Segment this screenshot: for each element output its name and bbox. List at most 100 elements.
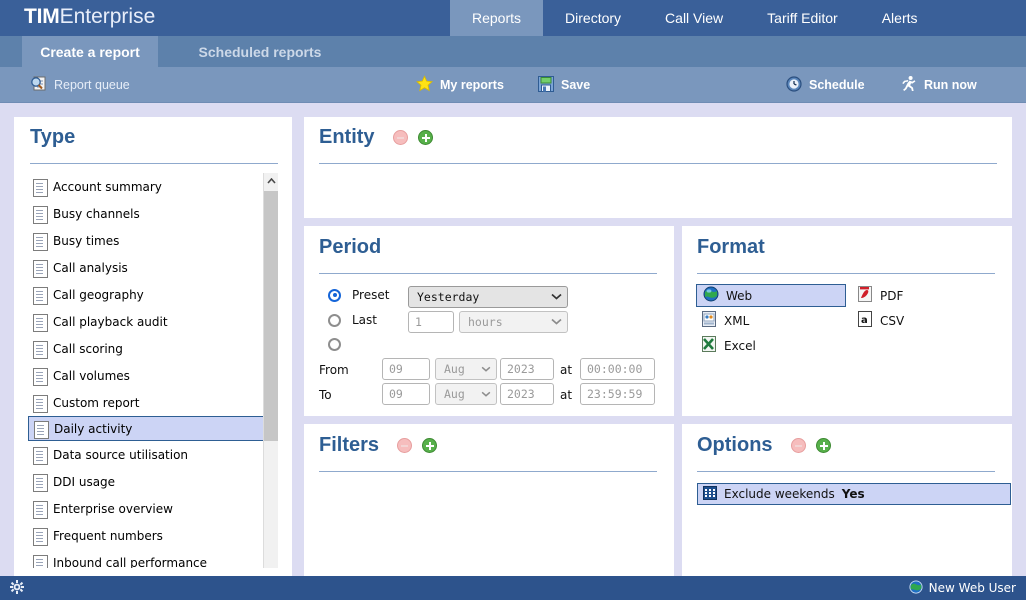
type-list-scrollbar[interactable] bbox=[263, 173, 278, 568]
save-label: Save bbox=[561, 78, 590, 92]
divider bbox=[319, 273, 657, 274]
type-item-label: Enterprise overview bbox=[53, 502, 173, 516]
options-panel: Options Exclude weekends bbox=[682, 424, 1012, 576]
xml-file-icon bbox=[702, 311, 717, 330]
add-entity-icon[interactable] bbox=[418, 130, 433, 145]
from-month-select[interactable]: Aug bbox=[435, 358, 497, 380]
gear-icon[interactable] bbox=[10, 580, 24, 597]
scrollbar-thumb[interactable] bbox=[264, 191, 278, 441]
add-option-icon[interactable] bbox=[816, 438, 831, 453]
to-time-input[interactable]: 23:59:59 bbox=[580, 383, 655, 405]
type-list-item[interactable]: Busy channels bbox=[28, 200, 264, 227]
period-panel-title: Period bbox=[319, 236, 381, 259]
format-option-web[interactable]: Web bbox=[696, 284, 846, 307]
sub-tab-scheduled-reports[interactable]: Scheduled reports bbox=[172, 36, 348, 67]
type-list-item[interactable]: DDI usage bbox=[28, 468, 264, 495]
to-day-input[interactable]: 09 bbox=[382, 383, 430, 405]
type-list-item[interactable]: Busy times bbox=[28, 227, 264, 254]
last-count-input[interactable]: 1 bbox=[408, 311, 454, 333]
type-list-item-selected[interactable]: Daily activity bbox=[28, 416, 264, 441]
type-list-item[interactable]: Frequent numbers bbox=[28, 522, 264, 549]
type-list-item[interactable]: Call geography bbox=[28, 281, 264, 308]
schedule-button[interactable]: Schedule bbox=[786, 67, 865, 103]
report-queue-button[interactable]: Report queue bbox=[30, 67, 130, 103]
divider bbox=[30, 163, 278, 164]
from-time-input[interactable]: 00:00:00 bbox=[580, 358, 655, 380]
my-reports-label: My reports bbox=[440, 78, 504, 92]
format-option-excel[interactable]: Excel bbox=[696, 334, 762, 357]
entity-panel-title: Entity bbox=[319, 126, 433, 149]
application-window: TIMEnterprise Reports Directory Call Vie… bbox=[0, 0, 1026, 600]
last-radio[interactable] bbox=[328, 314, 341, 327]
document-icon bbox=[33, 287, 46, 303]
nav-tab-call-view[interactable]: Call View bbox=[643, 0, 745, 36]
to-at-label: at bbox=[560, 388, 572, 402]
format-option-xml[interactable]: XML bbox=[696, 309, 755, 332]
format-option-csv[interactable]: a CSV bbox=[852, 309, 910, 332]
document-icon bbox=[33, 555, 46, 569]
type-list-item[interactable]: Call volumes bbox=[28, 362, 264, 389]
options-panel-title: Options bbox=[697, 434, 831, 457]
period-panel: Period Preset Yesterday Last 1 hours bbox=[304, 226, 674, 416]
nav-tab-tariff-editor[interactable]: Tariff Editor bbox=[745, 0, 860, 36]
format-panel-title: Format bbox=[697, 236, 765, 259]
sub-tab-create-a-report[interactable]: Create a report bbox=[22, 36, 158, 67]
globe-icon bbox=[703, 286, 719, 305]
type-list-item[interactable]: Call scoring bbox=[28, 335, 264, 362]
format-panel: Format Web bbox=[682, 226, 1012, 416]
run-now-button[interactable]: Run now bbox=[900, 67, 977, 103]
type-panel-title: Type bbox=[30, 126, 75, 149]
current-user[interactable]: New Web User bbox=[909, 580, 1016, 597]
chevron-down-icon bbox=[481, 364, 491, 375]
save-button[interactable]: Save bbox=[538, 67, 590, 103]
type-list-item[interactable]: Call playback audit bbox=[28, 308, 264, 335]
type-list-item[interactable]: Data source utilisation bbox=[28, 441, 264, 468]
remove-option-icon[interactable] bbox=[791, 438, 806, 453]
scroll-up-icon[interactable] bbox=[264, 173, 278, 189]
type-list-item[interactable]: Custom report bbox=[28, 389, 264, 416]
add-filter-icon[interactable] bbox=[422, 438, 437, 453]
nav-tab-label: Reports bbox=[472, 10, 521, 26]
type-list-item[interactable]: Enterprise overview bbox=[28, 495, 264, 522]
remove-filter-icon[interactable] bbox=[397, 438, 412, 453]
from-day-input[interactable]: 09 bbox=[382, 358, 430, 380]
document-icon bbox=[34, 421, 47, 437]
status-bar: New Web User bbox=[0, 576, 1026, 600]
to-year-input[interactable]: 2023 bbox=[500, 383, 554, 405]
to-month-select[interactable]: Aug bbox=[435, 383, 497, 405]
custom-range-radio[interactable] bbox=[328, 338, 341, 351]
preset-select[interactable]: Yesterday bbox=[408, 286, 568, 308]
last-unit-select[interactable]: hours bbox=[459, 311, 568, 333]
type-item-label: Call geography bbox=[53, 288, 144, 302]
type-list-item[interactable]: Account summary bbox=[28, 173, 264, 200]
nav-tab-reports[interactable]: Reports bbox=[450, 0, 543, 36]
nav-tab-directory[interactable]: Directory bbox=[543, 0, 643, 36]
nav-tab-alerts[interactable]: Alerts bbox=[860, 0, 940, 36]
document-icon bbox=[33, 341, 46, 357]
entity-panel: Entity bbox=[304, 117, 1012, 218]
to-label: To bbox=[319, 388, 332, 402]
option-value: Yes bbox=[842, 487, 865, 501]
option-row-exclude-weekends[interactable]: Exclude weekends Yes bbox=[697, 483, 1011, 505]
to-month-value: Aug bbox=[444, 387, 465, 401]
preset-row: Preset bbox=[328, 288, 389, 302]
from-year-input[interactable]: 2023 bbox=[500, 358, 554, 380]
nav-tab-label: Tariff Editor bbox=[767, 10, 838, 26]
type-list-item[interactable]: Call analysis bbox=[28, 254, 264, 281]
format-option-pdf[interactable]: PDF bbox=[852, 284, 909, 307]
remove-entity-icon[interactable] bbox=[393, 130, 408, 145]
preset-select-value: Yesterday bbox=[417, 290, 479, 304]
type-item-label: Call playback audit bbox=[53, 315, 168, 329]
running-person-icon bbox=[900, 75, 917, 95]
type-list-item[interactable]: Inbound call performance bbox=[28, 549, 264, 568]
type-item-label: Data source utilisation bbox=[53, 448, 188, 462]
preset-radio[interactable] bbox=[328, 289, 341, 302]
report-type-list[interactable]: Account summary Busy channels Busy times… bbox=[28, 173, 278, 568]
format-option-label: XML bbox=[724, 314, 749, 328]
my-reports-button[interactable]: My reports bbox=[416, 67, 504, 103]
toolbar: Report queue My reports Save bbox=[0, 67, 1026, 103]
calendar-grid-icon bbox=[703, 486, 717, 503]
option-label: Exclude weekends bbox=[724, 487, 835, 501]
type-item-label: Busy channels bbox=[53, 207, 140, 221]
type-item-label: Frequent numbers bbox=[53, 529, 163, 543]
